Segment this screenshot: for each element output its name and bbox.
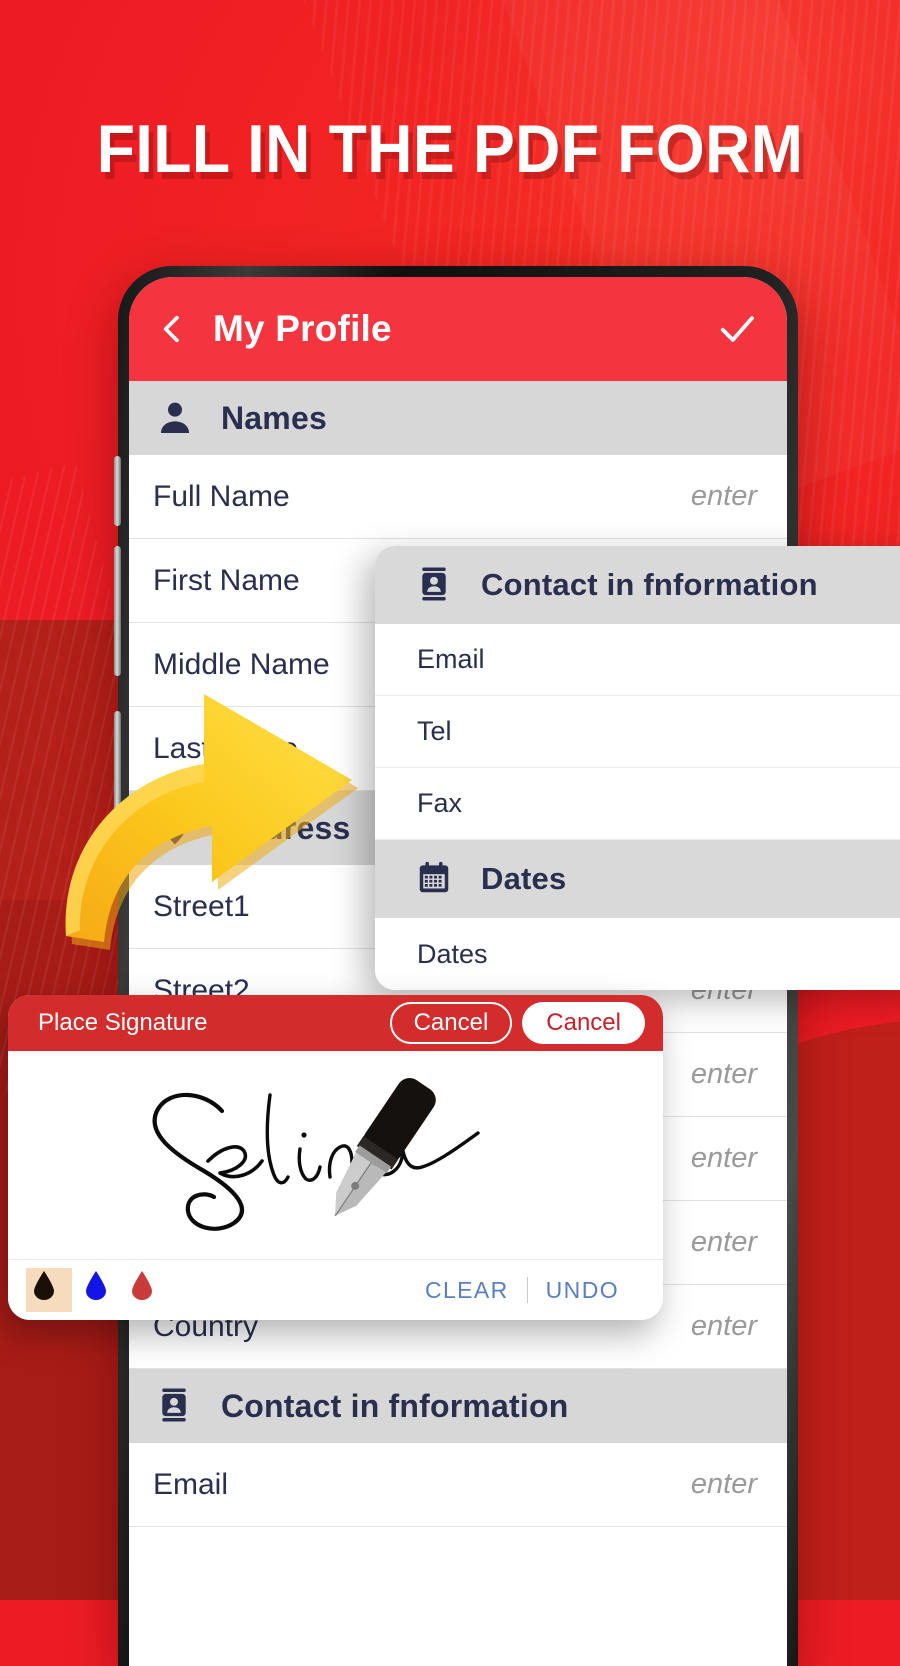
row-label: Middle Name (153, 647, 330, 681)
signature-cancel-outline-button[interactable]: Cancel (389, 1002, 513, 1044)
promo-headline: FILL IN THE PDF FORM (96, 111, 804, 187)
undo-button[interactable]: UNDO (528, 1277, 637, 1304)
popup-row-tel[interactable]: Tel (375, 696, 900, 768)
row-placeholder: enter (690, 1142, 757, 1174)
signature-actions: CLEAR UNDO (407, 1277, 637, 1304)
row-label: First Name (153, 563, 300, 597)
blue-ink-swatch[interactable] (84, 1270, 118, 1310)
row-placeholder: enter (690, 1058, 757, 1090)
place-signature-dialog: Place Signature Cancel Cancel CLEAR UNDO (8, 995, 663, 1320)
calendar-icon (415, 859, 455, 899)
popup-row-dates[interactable]: Dates (375, 918, 900, 990)
section-title: Contact in fnformation (221, 1387, 569, 1424)
row-label: Email (417, 644, 485, 674)
section-title: Names (221, 399, 327, 436)
popup-header-contact-information: Contact in fnformation (375, 546, 900, 624)
popup-row-fax[interactable]: Fax (375, 768, 900, 840)
contact-information-popup-card: Contact in fnformation Email Tel Fax Dat… (375, 546, 900, 990)
popup-header-dates: Dates (375, 840, 900, 918)
curved-arrow-icon (52, 686, 372, 952)
signature-dialog-footer: CLEAR UNDO (8, 1260, 663, 1320)
section-header-contact-information: Contact in fnformation (129, 1369, 787, 1443)
contact-card-icon (415, 565, 455, 605)
ink-color-picker (26, 1268, 164, 1312)
section-header-names: Names (129, 381, 787, 455)
popup-row-email[interactable]: Email (375, 624, 900, 696)
red-ink-swatch[interactable] (130, 1270, 164, 1310)
row-placeholder: enter (690, 1468, 757, 1500)
row-label: Full Name (153, 479, 290, 513)
row-label: Email (153, 1467, 229, 1501)
signature-cancel-solid-button[interactable]: Cancel (522, 1002, 645, 1044)
signature-canvas[interactable] (8, 1051, 663, 1260)
row-placeholder: enter (690, 480, 757, 512)
form-row-full-name[interactable]: Full Name enter (129, 455, 787, 539)
row-placeholder: enter (690, 1310, 757, 1342)
signature-dialog-titlebar: Place Signature Cancel Cancel (8, 995, 663, 1051)
app-bar: My Profile (129, 277, 787, 381)
phone-power-button (114, 456, 121, 526)
check-icon[interactable] (717, 309, 757, 349)
form-row-email[interactable]: Email enter (129, 1443, 787, 1527)
popup-header-title: Dates (481, 861, 567, 896)
black-ink-swatch[interactable] (26, 1268, 72, 1312)
chevron-left-icon[interactable] (155, 312, 189, 346)
row-label: Tel (417, 716, 452, 746)
phone-volume-up-button (114, 546, 121, 676)
clear-button[interactable]: CLEAR (407, 1277, 527, 1304)
person-icon (155, 398, 195, 438)
row-label: Dates (417, 938, 488, 969)
row-placeholder: enter (690, 1226, 757, 1258)
row-label: Fax (417, 788, 463, 818)
contact-card-icon (155, 1386, 195, 1426)
signature-dialog-title: Place Signature (38, 1009, 208, 1036)
page-title: My Profile (213, 308, 392, 349)
popup-header-title: Contact in fnformation (481, 567, 818, 602)
